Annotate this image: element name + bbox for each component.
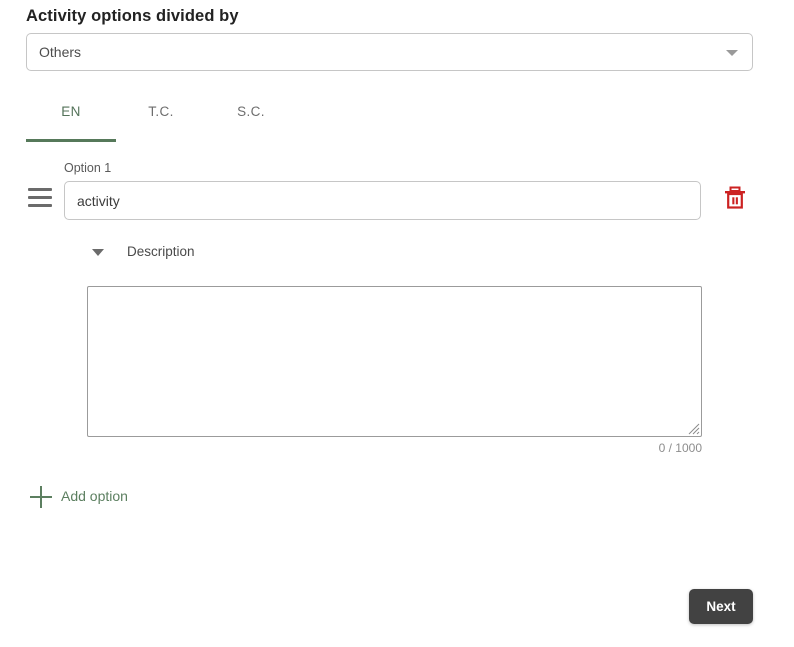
tab-tc[interactable]: T.C. xyxy=(116,104,206,138)
divided-by-select-value: Others xyxy=(39,44,82,60)
chevron-down-icon xyxy=(726,50,738,56)
tab-en[interactable]: EN xyxy=(26,104,116,138)
next-button[interactable]: Next xyxy=(689,589,753,624)
description-label: Description xyxy=(127,244,195,259)
add-option-label: Add option xyxy=(61,488,128,504)
caret-down-icon xyxy=(92,249,104,256)
tab-sc[interactable]: S.C. xyxy=(206,104,296,138)
drag-handle-icon[interactable] xyxy=(28,188,52,207)
delete-option-button[interactable] xyxy=(724,186,746,210)
description-collapse-toggle[interactable] xyxy=(90,245,110,261)
description-textarea[interactable] xyxy=(87,286,702,437)
option-text-input[interactable] xyxy=(64,181,701,220)
page-title: Activity options divided by xyxy=(26,7,239,25)
trash-icon xyxy=(725,186,745,209)
active-tab-indicator xyxy=(26,139,116,142)
option-label: Option 1 xyxy=(64,161,112,175)
description-char-counter: 0 / 1000 xyxy=(658,441,702,455)
activity-options-form: Activity options divided by Others EN T.… xyxy=(0,0,794,647)
plus-icon xyxy=(30,486,52,508)
divided-by-select[interactable]: Others xyxy=(26,33,753,71)
